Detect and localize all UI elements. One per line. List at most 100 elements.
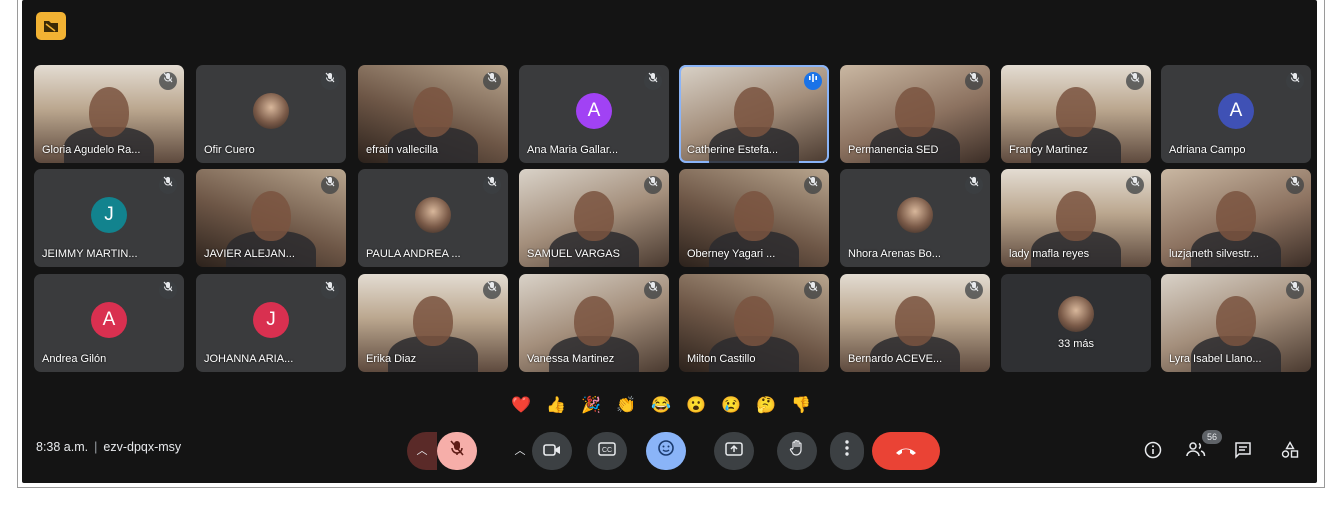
reaction-emoji[interactable]: 👏	[615, 395, 637, 417]
participant-tile[interactable]: JAVIER ALEJAN...	[196, 169, 346, 267]
mic-off-icon	[321, 176, 339, 194]
reaction-emoji[interactable]: 🎉	[580, 395, 602, 417]
participant-name: Gloria Agudelo Ra...	[42, 144, 141, 156]
participant-avatar: J	[91, 197, 127, 233]
participant-name: Ofir Cuero	[204, 144, 255, 156]
participant-name: Catherine Estefa...	[687, 144, 779, 156]
mic-off-icon	[804, 281, 822, 299]
participant-tile[interactable]: Bernardo ACEVE...	[840, 274, 990, 372]
participant-tile[interactable]: Vanessa Martinez	[519, 274, 669, 372]
participant-tile[interactable]: Lyra Isabel Llano...	[1161, 274, 1311, 372]
reaction-emoji[interactable]: 😂	[650, 395, 672, 417]
participant-tile[interactable]: A Andrea Gilón	[34, 274, 184, 372]
mic-off-icon	[1286, 281, 1304, 299]
participant-photo-avatar	[415, 197, 451, 233]
participant-tile[interactable]: SAMUEL VARGAS	[519, 169, 669, 267]
participant-video-face	[1056, 191, 1096, 241]
participant-video-face	[734, 191, 774, 241]
participant-name: Nhora Arenas Bo...	[848, 248, 941, 260]
chat-icon[interactable]	[1230, 441, 1256, 463]
participant-tile[interactable]: A Adriana Campo	[1161, 65, 1311, 163]
participant-tile[interactable]: Permanencia SED	[840, 65, 990, 163]
participant-tile[interactable]: luzjaneth silvestr...	[1161, 169, 1311, 267]
activities-icon[interactable]	[1277, 441, 1303, 463]
participant-name: Permanencia SED	[848, 144, 939, 156]
participant-video-face	[734, 87, 774, 137]
participant-video-face	[895, 296, 935, 346]
mic-off-icon	[804, 176, 822, 194]
participant-tile[interactable]: Nhora Arenas Bo...	[840, 169, 990, 267]
participant-tile[interactable]: Catherine Estefa...	[679, 65, 829, 163]
participant-tile[interactable]: Gloria Agudelo Ra...	[34, 65, 184, 163]
mic-off-icon	[644, 281, 662, 299]
participant-tile[interactable]: efrain vallecilla	[358, 65, 508, 163]
separator: |	[94, 440, 98, 454]
reaction-emoji[interactable]: 👎	[790, 395, 812, 417]
mic-off-icon	[1126, 176, 1144, 194]
participant-name: JEIMMY MARTIN...	[42, 248, 138, 260]
svg-text:CC: CC	[602, 447, 612, 454]
participant-name: lady mafla reyes	[1009, 248, 1090, 260]
participant-tile[interactable]: lady mafla reyes	[1001, 169, 1151, 267]
mic-off-icon	[321, 281, 339, 299]
emoji-icon[interactable]	[646, 432, 686, 470]
participant-video-face	[413, 296, 453, 346]
mic-off-icon	[965, 281, 983, 299]
participant-name: Lyra Isabel Llano...	[1169, 353, 1262, 365]
participant-tile[interactable]: PAULA ANDREA ...	[358, 169, 508, 267]
call-end-icon[interactable]	[872, 432, 940, 470]
participant-tile[interactable]: 33 más	[1001, 274, 1151, 372]
participant-tile[interactable]: Ofir Cuero	[196, 65, 346, 163]
participant-tile[interactable]: Erika Diaz	[358, 274, 508, 372]
mic-off-icon	[321, 72, 339, 90]
participant-grid: Gloria Agudelo Ra... Ofir Cuero efrain val…	[34, 65, 1312, 380]
mic-off-icon	[644, 176, 662, 194]
mic-off-icon[interactable]	[437, 432, 477, 470]
participant-name: Oberney Yagari ...	[687, 248, 776, 260]
participant-tile[interactable]: Milton Castillo	[679, 274, 829, 372]
clock-time: 8:38 a.m.	[36, 440, 89, 454]
participant-tile[interactable]: A Ana Maria Gallar...	[519, 65, 669, 163]
meeting-code: ezv-dpqx-msy	[103, 440, 182, 454]
participant-video-face	[1056, 87, 1096, 137]
reaction-emoji[interactable]: 🤔	[755, 395, 777, 417]
reaction-emoji[interactable]: 😢	[720, 395, 742, 417]
participant-name: JOHANNA ARIA...	[204, 353, 294, 365]
camera-options-chevron[interactable]: ︿	[505, 432, 535, 470]
participant-tile[interactable]: Oberney Yagari ...	[679, 169, 829, 267]
participant-video-face	[574, 296, 614, 346]
videocam-icon[interactable]	[532, 432, 572, 470]
mic-off-icon	[1286, 176, 1304, 194]
participant-tile[interactable]: J JOHANNA ARIA...	[196, 274, 346, 372]
info-icon[interactable]	[1140, 441, 1166, 463]
meet-window: Gloria Agudelo Ra... Ofir Cuero efrain val…	[22, 0, 1317, 483]
hand-icon[interactable]	[777, 432, 817, 470]
participant-name: efrain vallecilla	[366, 144, 439, 156]
mic-off-icon	[965, 72, 983, 90]
participant-tile[interactable]: Francy Martinez	[1001, 65, 1151, 163]
participant-photo-avatar	[897, 197, 933, 233]
present-icon[interactable]	[714, 432, 754, 470]
mic-options-chevron[interactable]: ︿	[407, 432, 437, 470]
participant-avatar: J	[253, 302, 289, 338]
participant-tile[interactable]: J JEIMMY MARTIN...	[34, 169, 184, 267]
participant-video-face	[251, 191, 291, 241]
mic-off-icon	[644, 72, 662, 90]
participant-name: Ana Maria Gallar...	[527, 144, 619, 156]
people-icon[interactable]	[1183, 441, 1209, 463]
participant-video-face	[89, 87, 129, 137]
reaction-emoji[interactable]: 😮	[685, 395, 707, 417]
reaction-emoji[interactable]: 👍	[545, 395, 567, 417]
participant-name: PAULA ANDREA ...	[366, 248, 461, 260]
participant-name: 33 más	[1057, 338, 1095, 350]
mic-off-icon	[965, 176, 983, 194]
more-vert-icon[interactable]	[830, 432, 864, 470]
mic-off-icon	[1126, 72, 1144, 90]
mic-off-icon	[483, 281, 501, 299]
participant-name: Erika Diaz	[366, 353, 417, 365]
reaction-emoji[interactable]: ❤️	[510, 395, 532, 417]
cc-icon[interactable]: CC	[587, 432, 627, 470]
participant-name: Adriana Campo	[1169, 144, 1246, 156]
participant-photo-avatar	[253, 93, 289, 129]
folder-icon[interactable]	[36, 12, 66, 40]
